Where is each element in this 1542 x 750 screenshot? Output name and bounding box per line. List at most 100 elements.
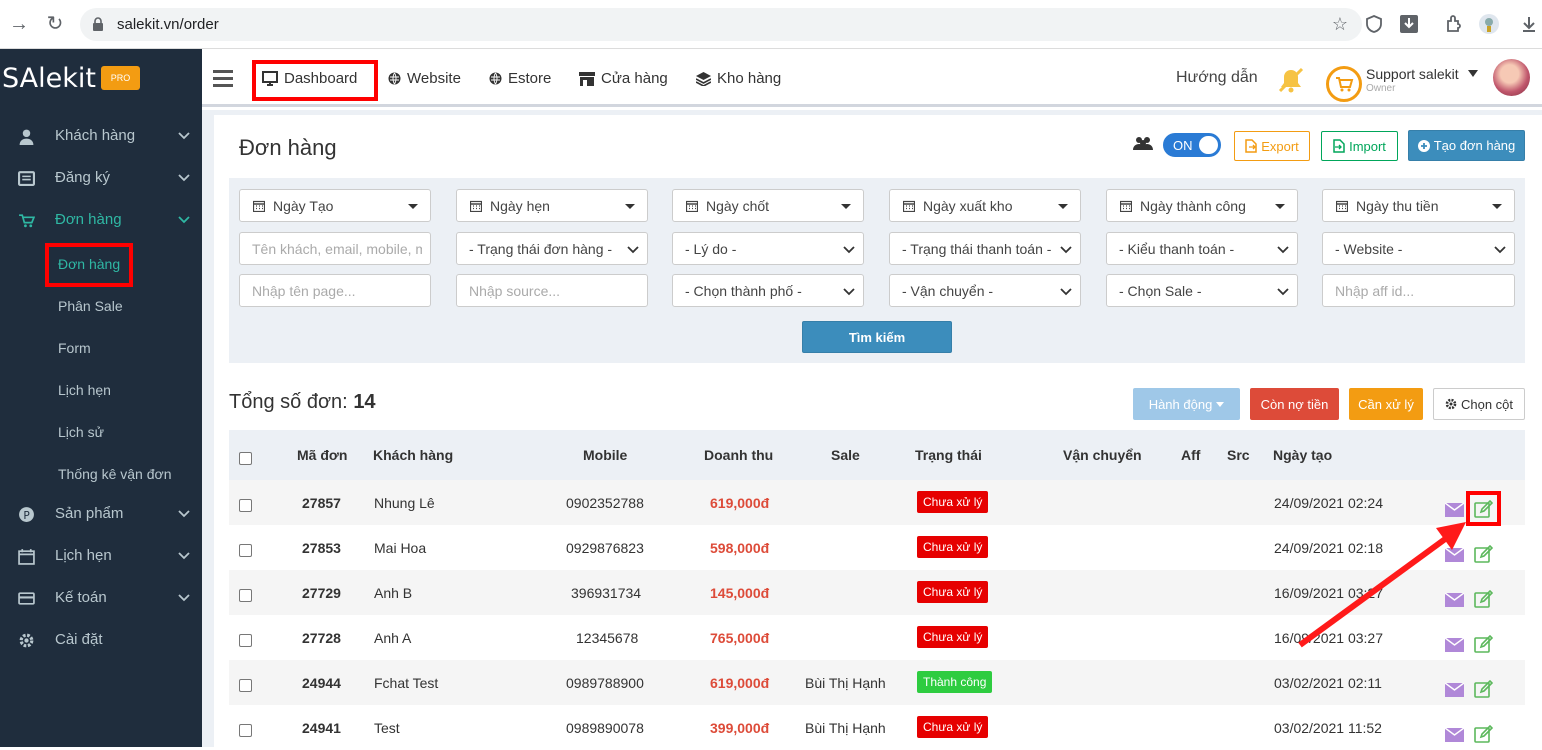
edit-icon[interactable] (1474, 725, 1493, 744)
order-code[interactable]: 24941 (302, 720, 341, 736)
customer-name[interactable]: Fchat Test (374, 675, 438, 691)
payment-status-select[interactable]: - Trạng thái thanh toán - (889, 232, 1081, 265)
sidebar-item-products[interactable]: P Sản phẩm (0, 494, 202, 536)
envelope-icon[interactable] (1445, 683, 1464, 697)
import-button[interactable]: Import (1321, 131, 1398, 161)
customer-name[interactable]: Anh B (374, 585, 412, 601)
reason-select[interactable]: - Lý do - (672, 232, 864, 265)
aff-id-input[interactable]: Nhập aff id... (1322, 274, 1515, 307)
filter-appointment-date[interactable]: Ngày hẹn (456, 189, 648, 222)
customer-name[interactable]: Nhung Lê (374, 495, 435, 511)
hamburger-menu-icon[interactable] (213, 70, 233, 87)
edit-icon[interactable] (1474, 590, 1493, 609)
order-code[interactable]: 27729 (302, 585, 341, 601)
envelope-icon[interactable] (1445, 728, 1464, 742)
sidebar-subitem-appointments[interactable]: Lịch hẹn (58, 382, 111, 398)
search-button[interactable]: Tìm kiếm (802, 321, 952, 353)
column-header-created[interactable]: Ngày tạo (1273, 447, 1332, 463)
sidebar-subitem-form[interactable]: Form (58, 340, 91, 356)
row-checkbox[interactable] (239, 634, 252, 647)
choose-columns-button[interactable]: Chọn cột (1433, 388, 1525, 420)
nav-website[interactable]: Website (388, 70, 461, 87)
sidebar-item-orders[interactable]: Đơn hàng (0, 200, 202, 242)
envelope-icon[interactable] (1445, 638, 1464, 652)
sale-select[interactable]: - Chọn Sale - (1106, 274, 1298, 307)
city-select[interactable]: - Chọn thành phố - (672, 274, 864, 307)
guide-link[interactable]: Hướng dẫn (1176, 69, 1258, 87)
customer-search-input[interactable]: Tên khách, email, mobile, m (239, 232, 431, 265)
column-header-shipping[interactable]: Vận chuyển (1063, 447, 1142, 463)
address-bar[interactable]: salekit.vn/order ☆ (80, 8, 1362, 41)
envelope-icon[interactable] (1445, 503, 1464, 517)
shield-icon[interactable] (1364, 14, 1384, 34)
order-status-select[interactable]: - Trạng thái đơn hàng - (456, 232, 648, 265)
row-checkbox[interactable] (239, 724, 252, 737)
debt-filter-button[interactable]: Còn nợ tiền (1250, 388, 1339, 420)
bookmark-star-icon[interactable]: ☆ (1332, 14, 1348, 35)
envelope-icon[interactable] (1445, 548, 1464, 562)
sidebar-subitem-shipping-stats[interactable]: Thống kê vận đơn (58, 466, 171, 482)
sidebar-item-customers[interactable]: Khách hàng (0, 116, 202, 158)
nav-store[interactable]: Cửa hàng (579, 70, 668, 87)
bell-slash-icon[interactable] (1276, 66, 1306, 96)
sidebar-item-register[interactable]: Đăng ký (0, 158, 202, 200)
payment-type-select[interactable]: - Kiểu thanh toán - (1106, 232, 1298, 265)
column-header-code[interactable]: Mã đơn (297, 447, 347, 463)
sidebar-subitem-assign-sale[interactable]: Phân Sale (58, 298, 123, 314)
filter-closing-date[interactable]: Ngày chốt (672, 189, 864, 222)
row-checkbox[interactable] (239, 589, 252, 602)
page-name-input[interactable]: Nhập tên page... (239, 274, 431, 307)
column-header-src[interactable]: Src (1227, 447, 1250, 463)
user-photo[interactable] (1493, 59, 1530, 96)
order-code[interactable]: 27853 (302, 540, 341, 556)
caret-down-icon[interactable] (1468, 70, 1478, 78)
sidebar-subitem-history[interactable]: Lịch sử (58, 424, 104, 440)
extensions-icon[interactable] (1444, 14, 1464, 34)
edit-icon[interactable] (1474, 680, 1493, 699)
row-checkbox[interactable] (239, 544, 252, 557)
store-avatar[interactable] (1326, 66, 1362, 102)
filter-success-date[interactable]: Ngày thành công (1106, 189, 1298, 222)
column-header-customer[interactable]: Khách hàng (373, 447, 453, 463)
source-input[interactable]: Nhập source... (456, 274, 648, 307)
bulk-action-dropdown[interactable]: Hành động (1133, 388, 1240, 420)
row-checkbox[interactable] (239, 499, 252, 512)
nav-estore[interactable]: Estore (489, 70, 551, 87)
row-checkbox[interactable] (239, 679, 252, 692)
sidebar-item-appointments[interactable]: Lịch hẹn (0, 536, 202, 578)
user-name[interactable]: Support salekit (1366, 66, 1459, 82)
downloads-icon[interactable] (1519, 14, 1539, 34)
website-select[interactable]: - Website - (1322, 232, 1515, 265)
select-all-checkbox[interactable] (239, 452, 252, 465)
create-order-button[interactable]: Tạo đơn hàng (1408, 130, 1525, 161)
filter-export-date[interactable]: Ngày xuất kho (889, 189, 1081, 222)
download-box-icon[interactable] (1399, 14, 1419, 34)
order-code[interactable]: 27857 (302, 495, 341, 511)
sidebar-item-accounting[interactable]: Kế toán (0, 578, 202, 620)
envelope-icon[interactable] (1445, 593, 1464, 607)
filter-created-date[interactable]: Ngày Tạo (239, 189, 431, 222)
nav-warehouse[interactable]: Kho hàng (696, 70, 781, 87)
customer-name[interactable]: Mai Hoa (374, 540, 426, 556)
edit-icon[interactable] (1474, 545, 1493, 564)
order-code[interactable]: 24944 (302, 675, 341, 691)
sidebar-item-settings[interactable]: Cài đặt (0, 620, 202, 662)
logo[interactable]: SAlekit PRO (0, 63, 202, 94)
forward-icon[interactable]: → (8, 13, 30, 35)
customer-name[interactable]: Anh A (374, 630, 411, 646)
column-header-mobile[interactable]: Mobile (583, 447, 627, 463)
edit-icon[interactable] (1474, 635, 1493, 654)
needs-handling-button[interactable]: Cần xử lý (1349, 388, 1423, 420)
order-code[interactable]: 27728 (302, 630, 341, 646)
filter-payment-date[interactable]: Ngày thu tiền (1322, 189, 1515, 222)
shipping-select[interactable]: - Vận chuyển - (889, 274, 1081, 307)
on-off-toggle[interactable]: ON (1163, 133, 1221, 157)
customer-name[interactable]: Test (374, 720, 400, 736)
export-button[interactable]: Export (1234, 131, 1310, 161)
reload-icon[interactable]: ↻ (44, 13, 66, 35)
column-header-status[interactable]: Trạng thái (915, 447, 982, 463)
column-header-aff[interactable]: Aff (1181, 447, 1200, 463)
column-header-sale[interactable]: Sale (831, 447, 860, 463)
profile-avatar-icon[interactable] (1479, 14, 1499, 34)
column-header-revenue[interactable]: Doanh thu (704, 447, 773, 463)
